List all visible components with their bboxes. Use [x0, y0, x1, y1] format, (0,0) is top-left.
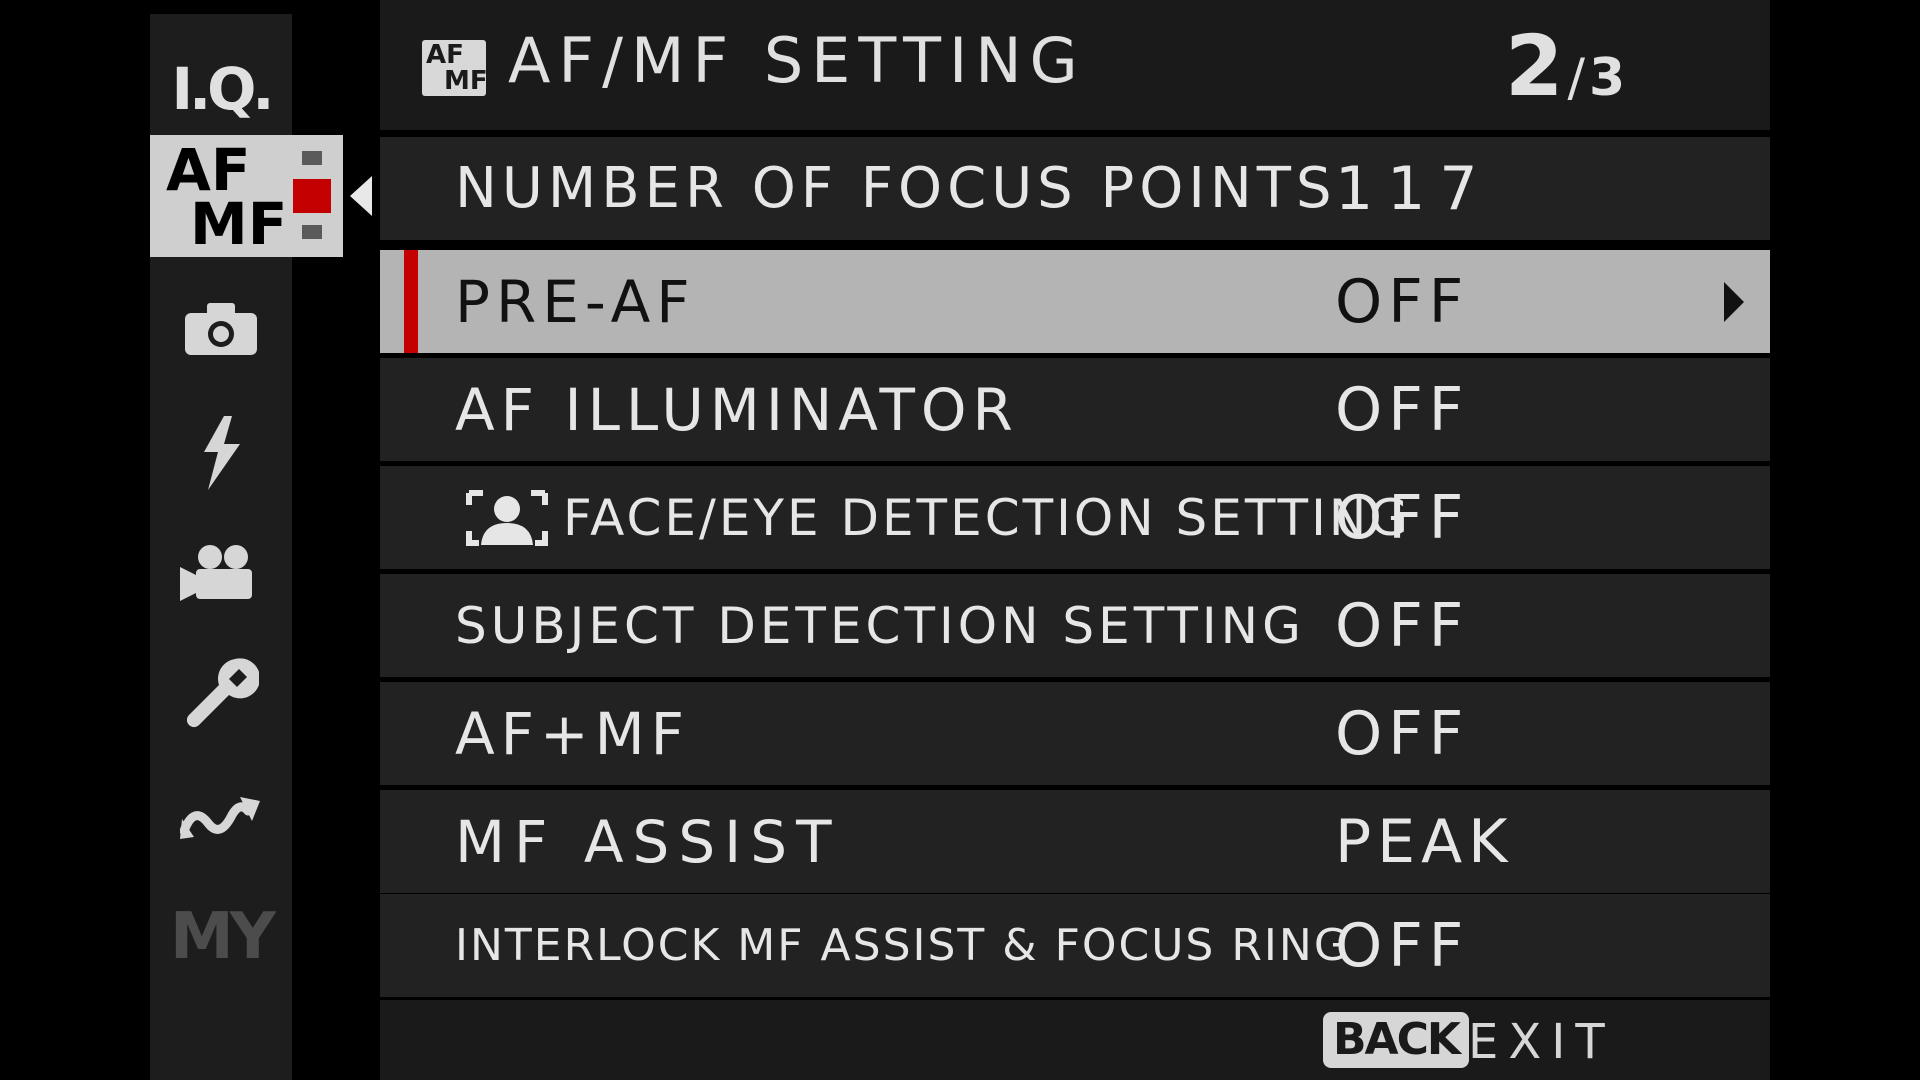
- camera-icon: [185, 303, 257, 355]
- page-separator: /: [1567, 48, 1585, 108]
- menu-row-value: OFF: [1335, 266, 1470, 337]
- page-total: 3: [1588, 48, 1626, 108]
- connection-icon: [180, 797, 260, 839]
- page-indicator: 2/3: [1505, 24, 1625, 108]
- menu-row-value: 117: [1335, 153, 1492, 224]
- wrench-icon: [186, 658, 259, 728]
- menu-header: AF MF AF/MF SETTING 2/3: [380, 0, 1770, 130]
- menu-row-label: INTERLOCK MF ASSIST & FOCUS RING: [455, 919, 1350, 971]
- menu-row-label: FACE/EYE DETECTION SETTING: [465, 466, 1411, 569]
- menu-footer: BACK EXIT: [380, 1000, 1770, 1080]
- camera-menu-screen: I.Q. MY AF MF AF MF AF/MF SETTING 2/3 NU…: [0, 0, 1920, 1080]
- af-mf-icon: AF MF: [422, 40, 488, 96]
- menu-row-label: MF ASSIST: [455, 807, 841, 876]
- back-button[interactable]: BACK: [1323, 1012, 1469, 1068]
- page-title: AF/MF SETTING: [508, 24, 1086, 97]
- menu-row-number-of-focus-points[interactable]: NUMBER OF FOCUS POINTS 117: [380, 137, 1770, 240]
- menu-row-value: OFF: [1335, 910, 1470, 981]
- sidebar-item-my-menu[interactable]: MY: [150, 882, 292, 992]
- exit-label: EXIT: [1468, 1014, 1615, 1070]
- menu-row-af-mf[interactable]: AF+MF OFF: [380, 682, 1770, 785]
- my-menu-icon: MY: [169, 900, 276, 974]
- menu-row-value: OFF: [1335, 698, 1470, 769]
- menu-row-value: OFF: [1335, 374, 1470, 445]
- sidebar-item-setup[interactable]: [150, 638, 292, 748]
- image-quality-icon: I.Q.: [171, 55, 275, 123]
- submenu-arrow-icon: [1724, 282, 1744, 322]
- menu-row-label: AF ILLUMINATOR: [455, 375, 1019, 444]
- selection-indicator: [404, 250, 418, 353]
- sidebar-item-image-quality[interactable]: I.Q.: [150, 34, 292, 144]
- sidebar-item-shooting[interactable]: [150, 274, 292, 384]
- page-marker: [302, 151, 322, 165]
- sidebar-item-movie[interactable]: [150, 518, 292, 628]
- menu-row-value: OFF: [1335, 482, 1470, 553]
- sidebar-item-af-mf[interactable]: AF MF: [150, 135, 343, 257]
- menu-row-label: PRE-AF: [455, 267, 696, 336]
- af-mf-icon-mf: MF: [190, 190, 288, 258]
- menu-row-label-text: FACE/EYE DETECTION SETTING: [563, 488, 1411, 547]
- flash-icon: [204, 416, 240, 490]
- movie-camera-icon: [180, 545, 252, 601]
- sidebar-item-flash[interactable]: [150, 398, 292, 508]
- menu-row-label: AF+MF: [455, 699, 691, 768]
- sidebar-item-connection[interactable]: [150, 762, 292, 872]
- active-tab-pointer-icon: [350, 176, 372, 216]
- menu-row-value: OFF: [1335, 590, 1470, 661]
- menu-row-label: NUMBER OF FOCUS POINTS: [455, 155, 1337, 221]
- menu-row-pre-af[interactable]: PRE-AF OFF: [380, 250, 1770, 353]
- menu-row-af-illuminator[interactable]: AF ILLUMINATOR OFF: [380, 358, 1770, 461]
- menu-row-face-eye-detection[interactable]: FACE/EYE DETECTION SETTING OFF: [380, 466, 1770, 569]
- face-detection-icon: [466, 489, 548, 546]
- current-page-marker: [293, 179, 331, 213]
- menu-row-value: PEAK: [1335, 806, 1514, 877]
- menu-row-subject-detection[interactable]: SUBJECT DETECTION SETTING OFF: [380, 574, 1770, 677]
- menu-row-interlock-mf-assist[interactable]: INTERLOCK MF ASSIST & FOCUS RING OFF: [380, 894, 1770, 997]
- page-marker: [302, 225, 322, 239]
- menu-row-mf-assist[interactable]: MF ASSIST PEAK: [380, 790, 1770, 893]
- page-current: 2: [1505, 17, 1564, 115]
- menu-row-label: SUBJECT DETECTION SETTING: [455, 596, 1305, 655]
